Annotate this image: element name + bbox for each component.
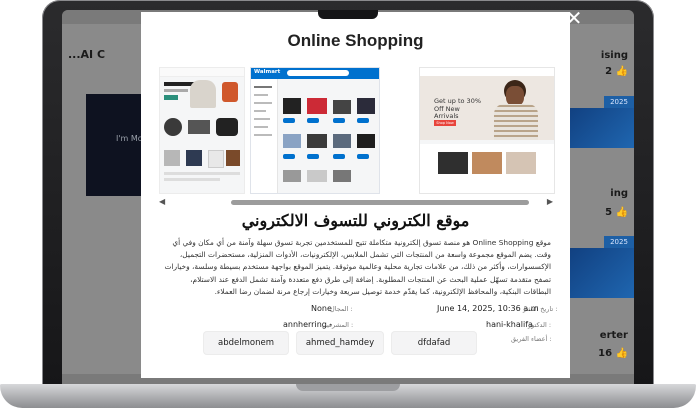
close-icon[interactable]: ✕	[564, 8, 584, 28]
camera-notch	[318, 10, 378, 19]
thumbs-up-icon: 👍	[615, 66, 628, 77]
chevron-right-icon[interactable]: ▶	[547, 198, 553, 206]
gallery-image-walmart[interactable]: Walmart	[250, 67, 380, 194]
walmart-logo: Walmart	[254, 69, 281, 75]
supervisors-value: annherring -	[283, 320, 333, 329]
screenshot-gallery[interactable]: Walmart Get up to 30% Off New Arrivals S…	[159, 67, 555, 197]
thumbs-up-icon: 👍	[615, 207, 628, 218]
team-member-chip[interactable]: abdelmonem	[203, 331, 289, 355]
background-right-likes-2: 5 👍	[605, 207, 628, 218]
background-right-likes-3: 16 👍	[598, 348, 628, 359]
fashion-banner-text: Get up to 30% Off New Arrivals	[434, 97, 482, 120]
thumbs-up-icon: 👍	[615, 348, 628, 359]
doctor-value: hani-khalifa	[486, 320, 533, 329]
chevron-left-icon[interactable]: ◀	[159, 198, 165, 206]
team-member-chip[interactable]: dfdafad	[391, 331, 477, 355]
team-members-label: أعضاء الفريق :	[511, 335, 552, 343]
field-value: None	[311, 304, 332, 313]
project-modal: Online Shopping Walmart Get up to 30% Of…	[141, 12, 570, 378]
date-value: June 14, 2025, 10:36 a.m	[437, 304, 539, 313]
background-right-title: ising	[600, 50, 628, 61]
background-right-likes: 2 👍	[605, 66, 628, 77]
gallery-scrollbar[interactable]: ◀ ▶	[159, 198, 553, 206]
background-card-left-image-text: I'm Mo	[116, 134, 143, 143]
fashion-shop-now-button[interactable]: Shop Now	[434, 120, 456, 126]
laptop-base-groove	[296, 384, 400, 391]
background-right-year-badge: 2025	[604, 96, 634, 108]
team-member-chip[interactable]: ahmed_hamdey	[296, 331, 384, 355]
project-description: موقع Online Shopping هو منصة تسوق إلكترو…	[164, 238, 552, 296]
background-right-title-3: erter	[599, 330, 628, 341]
modal-title: Online Shopping	[287, 31, 424, 50]
gallery-image-fashion[interactable]: Get up to 30% Off New Arrivals Shop Now	[419, 67, 555, 194]
background-card-left-title: ...AI C	[68, 48, 106, 61]
project-arabic-heading: موقع الكتروني للتسوف الالكتروني	[241, 211, 470, 230]
background-right-title-2: ing	[610, 188, 628, 199]
gallery-image-furniture[interactable]	[159, 67, 245, 194]
gallery-scroll-thumb[interactable]	[231, 200, 529, 205]
field-label: المجال :	[330, 305, 353, 313]
background-right-year-badge-2: 2025	[604, 236, 634, 248]
